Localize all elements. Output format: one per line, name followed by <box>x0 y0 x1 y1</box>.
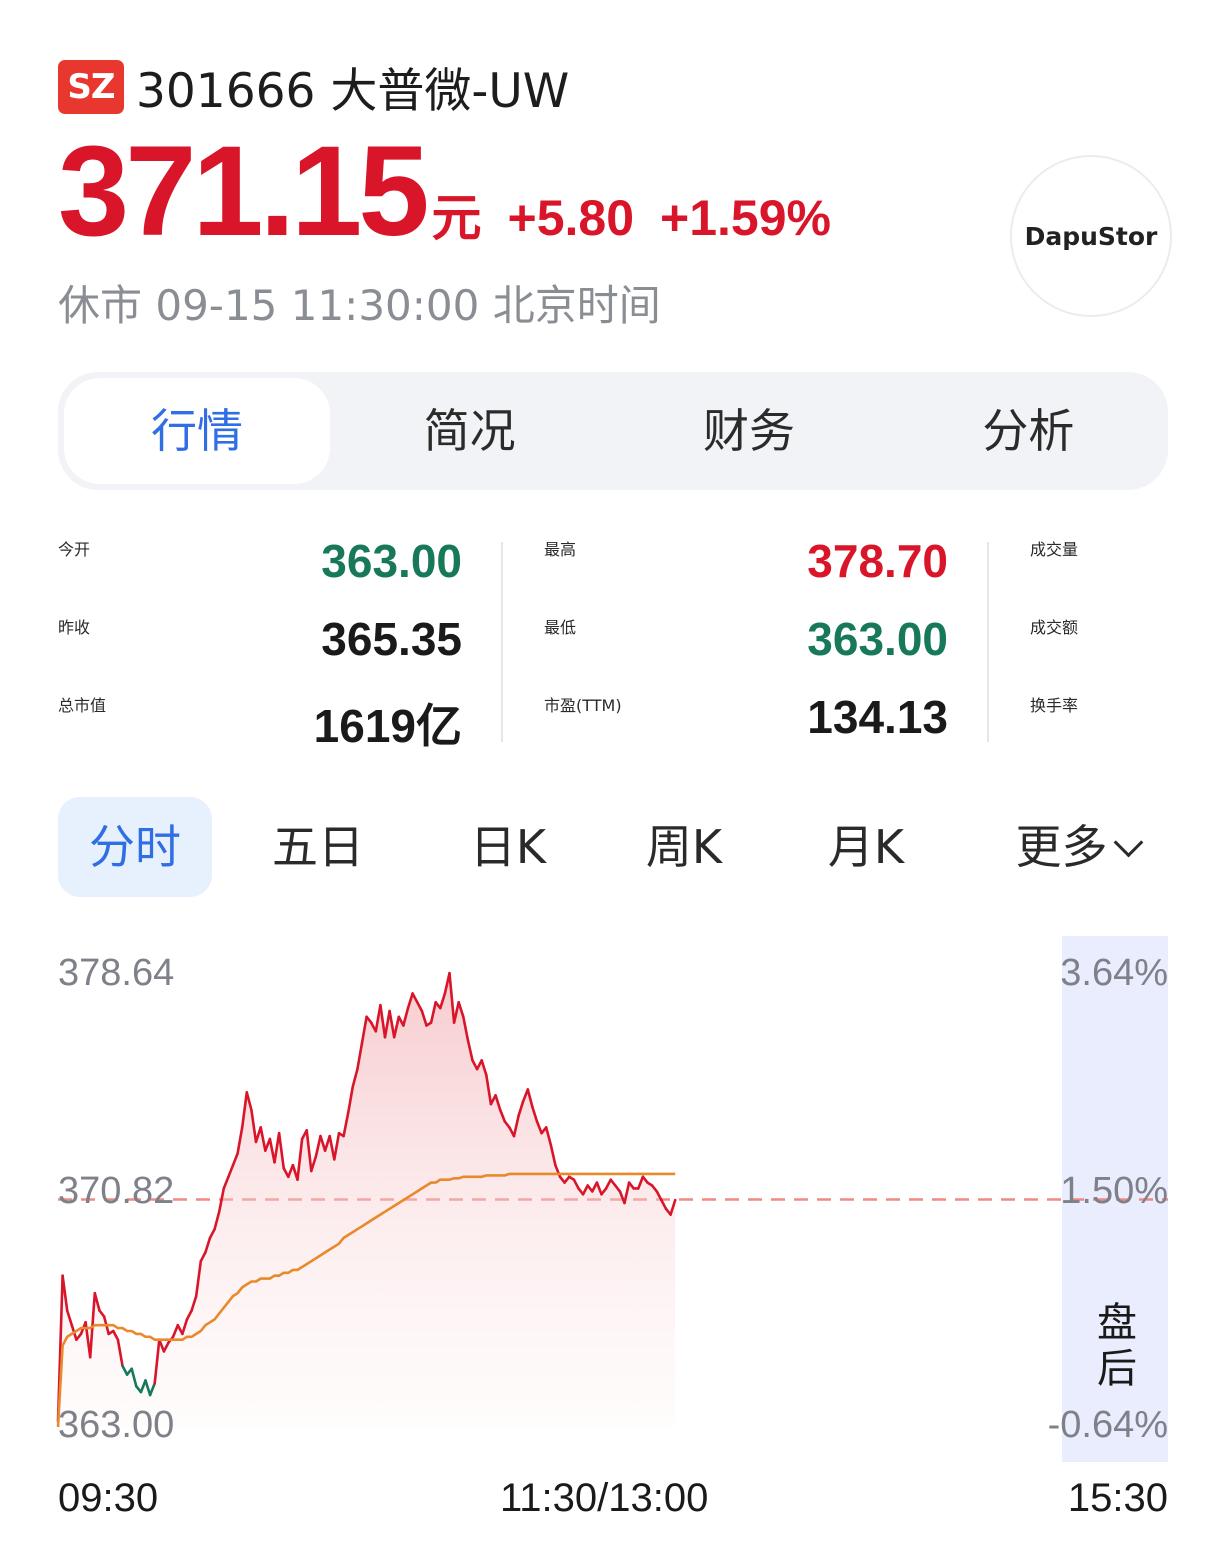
y-axis-right-max-label: 3.64% <box>1060 952 1168 994</box>
x-axis-open-label: 09:30 <box>58 1476 159 1520</box>
y-axis-right-mid-label: 1.50% <box>1060 1170 1168 1212</box>
x-axis-midday-label: 11:30/13:00 <box>500 1476 709 1520</box>
y-axis-right-min-label: -0.64% <box>1047 1404 1168 1446</box>
y-axis-mid-label: 370.82 <box>58 1170 175 1212</box>
y-axis-max-label: 378.64 <box>58 952 175 994</box>
intraday-chart <box>56 971 1168 1428</box>
after-hours-label: 盘后 <box>1097 1300 1137 1392</box>
x-axis-close-label: 15:30 <box>1067 1476 1168 1520</box>
y-axis-min-label: 363.00 <box>58 1404 175 1446</box>
